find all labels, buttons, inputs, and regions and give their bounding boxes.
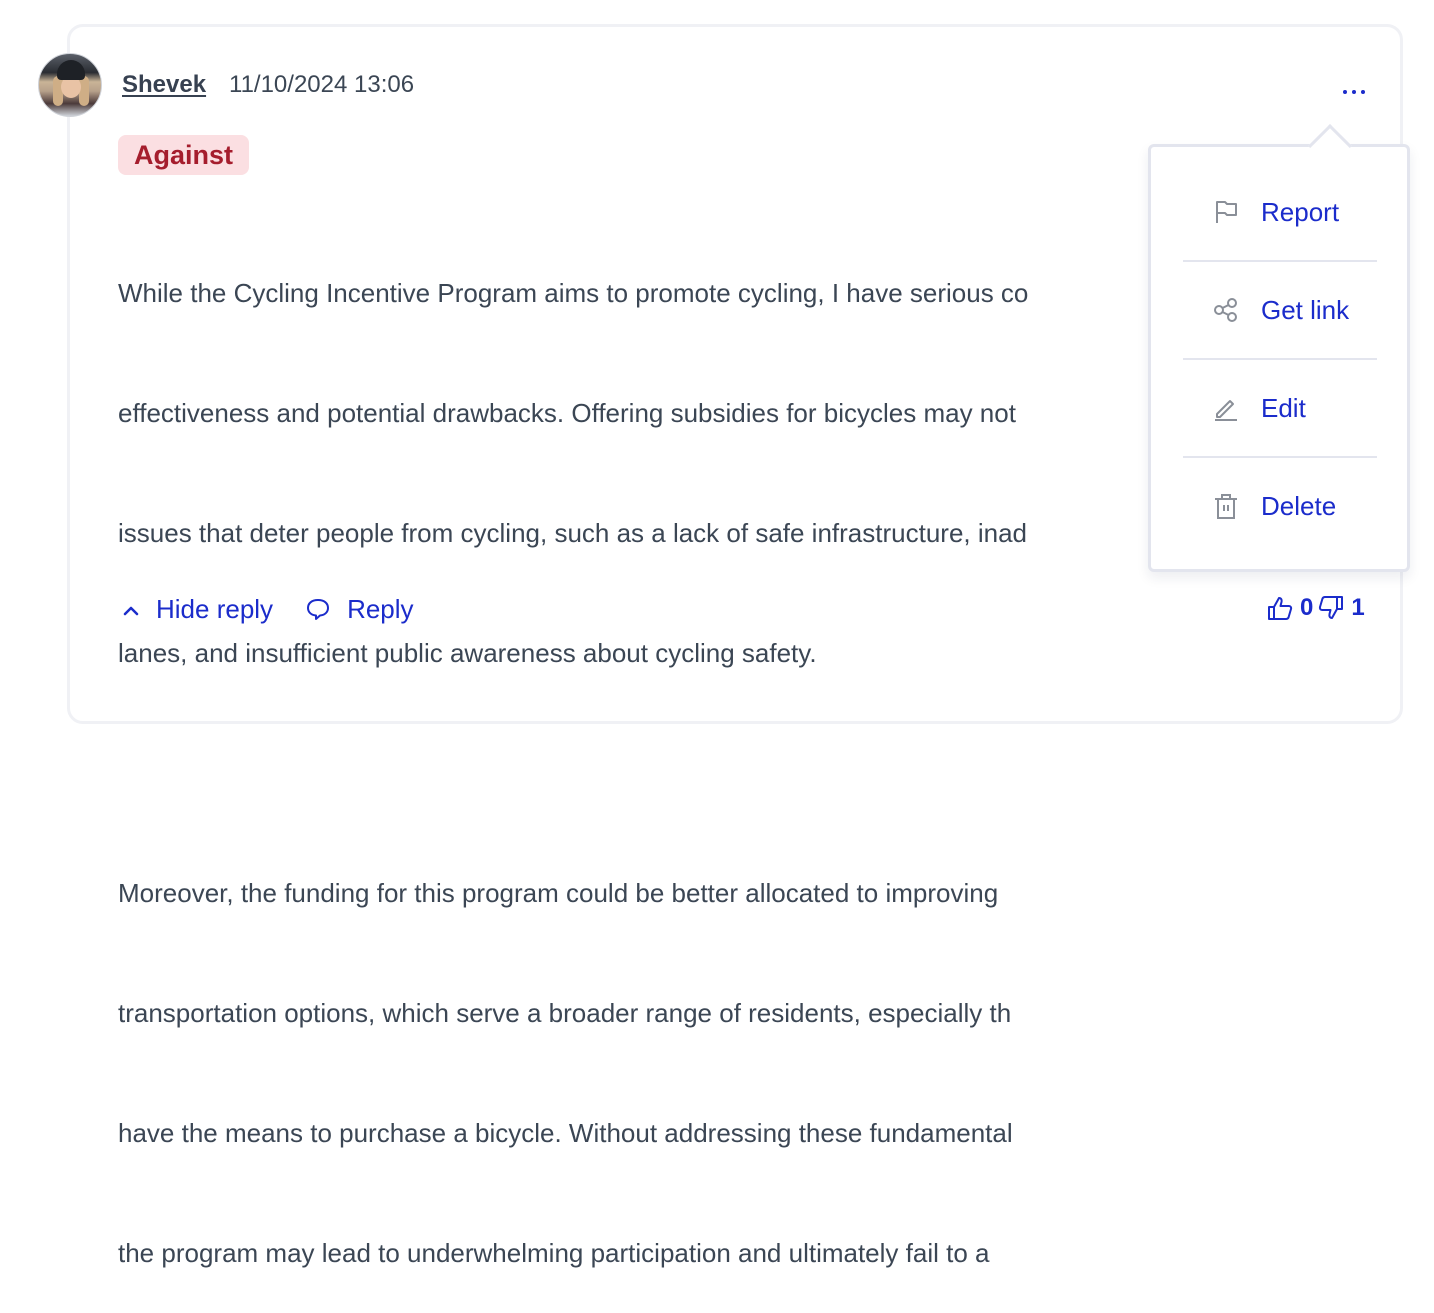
downvote-button[interactable]: 1 bbox=[1317, 594, 1368, 622]
reply-button[interactable]: Reply bbox=[305, 594, 414, 625]
author-link[interactable]: Shevek bbox=[122, 71, 206, 99]
thumbs-up-icon bbox=[1268, 597, 1293, 620]
downvote-count: 1 bbox=[1351, 594, 1365, 621]
menu-item-label: Edit bbox=[1261, 392, 1306, 423]
reply-label: Reply bbox=[347, 594, 414, 624]
comment-line: have the means to purchase a bicycle. Wi… bbox=[118, 1118, 1013, 1148]
thumbs-down-icon bbox=[1319, 596, 1344, 619]
menu-item-edit[interactable]: Edit bbox=[1183, 360, 1377, 456]
menu-item-report[interactable]: Report bbox=[1183, 164, 1377, 260]
hide-reply-button[interactable]: Hide reply bbox=[122, 594, 273, 625]
dot bbox=[1361, 90, 1365, 94]
comment-line-spacer bbox=[118, 753, 1318, 793]
avatar[interactable] bbox=[38, 53, 102, 117]
comment-line: lanes, and insufficient public awareness… bbox=[118, 638, 817, 668]
vote-controls: 0 1 bbox=[1266, 594, 1369, 622]
menu-item-label: Delete bbox=[1261, 490, 1337, 521]
comment-body: While the Cycling Incentive Program aims… bbox=[118, 193, 1318, 1313]
avatar-hat bbox=[57, 60, 85, 80]
avatar-hair bbox=[79, 76, 89, 106]
menu-item-get-link[interactable]: Get link bbox=[1183, 262, 1377, 358]
comment-line: issues that deter people from cycling, s… bbox=[118, 518, 1028, 548]
comment-timestamp: 11/10/2024 13:06 bbox=[229, 71, 415, 98]
dot bbox=[1343, 90, 1347, 94]
hide-reply-label: Hide reply bbox=[156, 594, 274, 624]
upvote-button[interactable]: 0 bbox=[1266, 594, 1317, 622]
pencil-icon bbox=[1213, 395, 1245, 421]
speech-bubble-icon bbox=[307, 598, 330, 620]
options-menu: Report Get link Edit Delete bbox=[1148, 144, 1410, 572]
trash-icon bbox=[1213, 492, 1245, 520]
menu-item-label: Report bbox=[1261, 196, 1340, 227]
share-icon bbox=[1213, 297, 1245, 323]
dot bbox=[1352, 90, 1356, 94]
comment-actions: Hide reply Reply bbox=[122, 594, 414, 625]
stance-badge: Against bbox=[118, 135, 250, 175]
comment-line: the program may lead to underwhelming pa… bbox=[118, 1238, 990, 1268]
comment-line: While the Cycling Incentive Program aims… bbox=[118, 278, 1029, 308]
comment-line: Moreover, the funding for this program c… bbox=[118, 878, 999, 908]
chevron-up-icon bbox=[123, 606, 139, 615]
menu-item-label: Get link bbox=[1261, 294, 1350, 325]
comment-line: transportation options, which serve a br… bbox=[118, 998, 1012, 1028]
upvote-count: 0 bbox=[1300, 594, 1314, 621]
menu-item-delete[interactable]: Delete bbox=[1183, 458, 1377, 554]
comment-line: effectiveness and potential drawbacks. O… bbox=[118, 398, 1016, 428]
flag-icon bbox=[1213, 199, 1245, 225]
more-options-button[interactable] bbox=[1336, 80, 1372, 104]
